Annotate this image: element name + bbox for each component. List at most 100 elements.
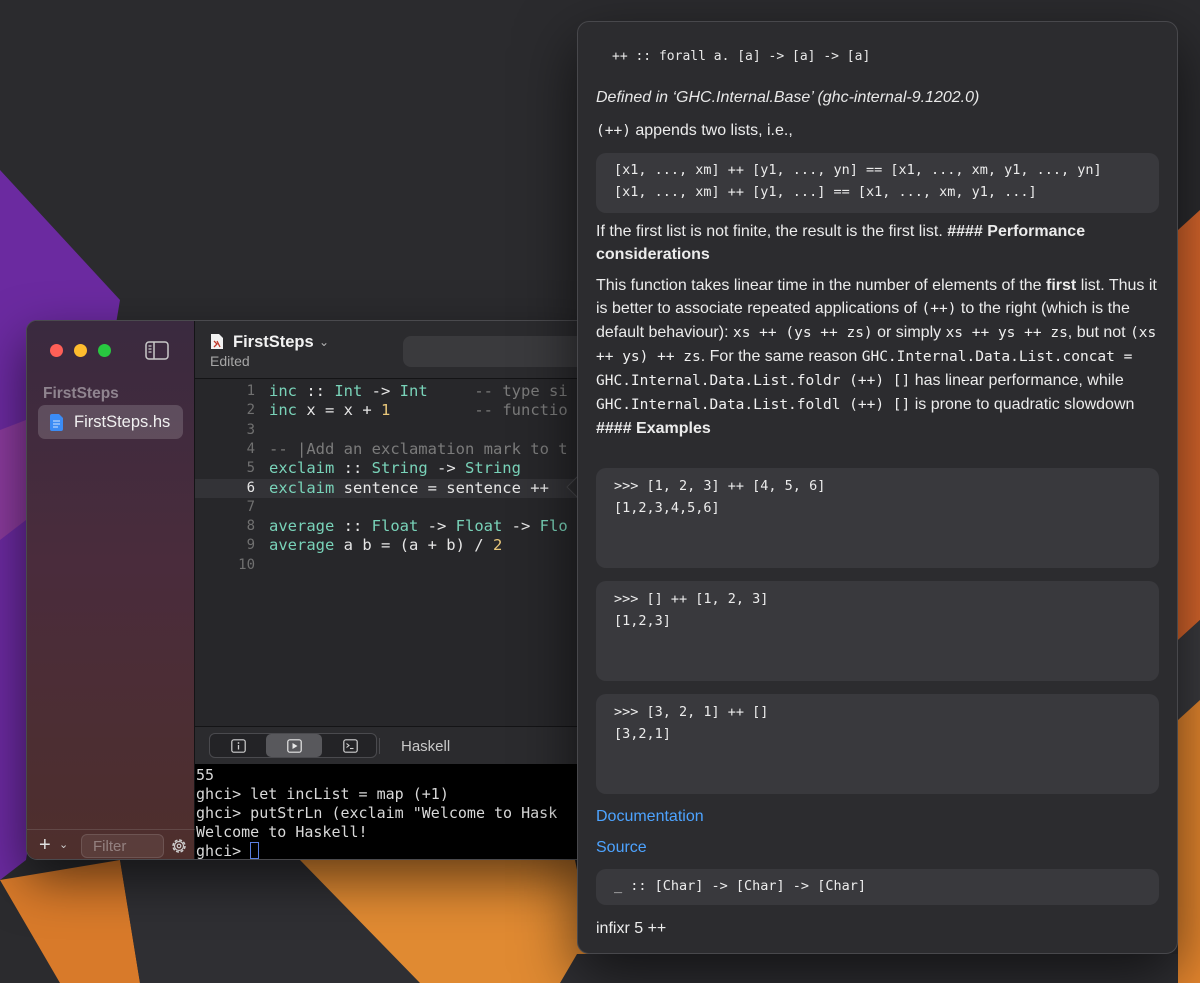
code-text: average a b = (a + b) / 2: [269, 536, 502, 554]
paragraph-bold: first: [1046, 277, 1077, 294]
code-token: 1: [381, 401, 391, 420]
example-block: >>> [3, 2, 1] ++ [] [3,2,1]: [596, 694, 1159, 794]
inline-code: xs ++ (ys ++ zs): [732, 325, 873, 341]
filter-input[interactable]: Filter: [81, 834, 164, 858]
line-number: 10: [238, 556, 255, 573]
terminal-icon: [342, 738, 358, 753]
chevron-down-icon[interactable]: ⌄: [59, 838, 68, 851]
console-line: Welcome to Haskell!: [196, 823, 368, 841]
code-line: [x1, ..., xm] ++ [y1, ...] == [x1, ..., …: [614, 184, 1037, 200]
chevron-down-icon[interactable]: ⌄: [319, 335, 329, 349]
zoom-window-button[interactable]: [98, 344, 111, 357]
description-text: appends two lists, i.e.,: [630, 122, 793, 139]
close-window-button[interactable]: [50, 344, 63, 357]
code-line: [x1, ..., xm] ++ [y1, ..., yn] == [x1, .…: [614, 162, 1102, 178]
sidebar-toggle-icon[interactable]: [145, 341, 169, 360]
specialized-signature-block: _ :: [Char] -> [Char] -> [Char]: [596, 869, 1159, 905]
add-file-button[interactable]: +: [39, 834, 51, 857]
example-output: [3,2,1]: [614, 726, 671, 742]
window-titlebar: FirstSteps ⌄ Edited: [195, 321, 595, 379]
inline-code: (++): [596, 123, 631, 139]
code-text: exclaim sentence = sentence ++: [269, 479, 549, 497]
console-prompt-line[interactable]: ghci>: [196, 842, 260, 859]
code-text: inc x = x + 1 -- functio: [269, 401, 568, 419]
line-number: 7: [246, 498, 255, 515]
code-line[interactable]: 6 exclaim sentence = sentence ++: [195, 478, 595, 498]
paragraph-text: is prone to quadratic slowdown: [910, 396, 1135, 413]
code-token: inc: [269, 382, 297, 400]
example-input: >>> [1, 2, 3] ++ [4, 5, 6]: [614, 478, 826, 494]
document-status: Edited: [210, 353, 250, 369]
type-signature: ++ :: forall a. [a] -> [a] -> [a]: [612, 49, 871, 64]
sidebar-item-firststeps-hs[interactable]: FirstSteps.hs: [38, 405, 183, 439]
run-button[interactable]: [266, 734, 322, 757]
code-token: ::: [334, 517, 372, 536]
gear-icon[interactable]: [170, 837, 188, 855]
sidebar-item-label: FirstSteps.hs: [74, 413, 171, 431]
line-number: 8: [246, 518, 255, 535]
code-text: average :: Float -> Float -> Flo: [269, 517, 568, 535]
code-line[interactable]: 4 -- |Add an exclamation mark to t: [195, 440, 595, 460]
code-token: exclaim: [269, 478, 335, 497]
code-token: exclaim: [269, 459, 335, 478]
terminal-button[interactable]: [322, 734, 378, 757]
editor-window: FirstSteps FirstSteps.hs + ⌄ Filter Firs…: [26, 320, 596, 860]
document-title[interactable]: FirstSteps: [233, 333, 314, 352]
play-icon: [286, 738, 302, 753]
console-line: 55: [196, 766, 215, 784]
example-output: [1,2,3,4,5,6]: [614, 500, 720, 516]
line-number: 4: [246, 440, 255, 457]
code-line[interactable]: 9 average a b = (a + b) / 2: [195, 536, 595, 556]
code-line[interactable]: 8 average :: Float -> Float -> Flo: [195, 517, 595, 537]
toolbar-search-field[interactable]: [403, 336, 595, 367]
info-button[interactable]: [210, 734, 266, 757]
code-line[interactable]: 5 exclaim :: String -> String: [195, 459, 595, 479]
code-token: ::: [297, 382, 335, 400]
description-intro: (++) appends two lists, i.e.,: [596, 119, 1164, 143]
code-text: exclaim :: String -> String: [269, 459, 521, 477]
source-link[interactable]: Source: [596, 839, 647, 857]
code-token: a b = (a + b) /: [334, 536, 493, 555]
paragraph-text: If the first list is not finite, the res…: [596, 223, 948, 240]
code-line[interactable]: 10: [195, 556, 595, 576]
code-line[interactable]: 7: [195, 498, 595, 518]
code-token: ->: [502, 517, 540, 536]
inline-code: GHC.Internal.Data.List.foldl (++) []: [596, 397, 911, 413]
code-token: ->: [427, 459, 465, 478]
editor-area: FirstSteps ⌄ Edited 1 inc :: Int -> Int -…: [195, 321, 595, 859]
paragraph-text: . For the same reason: [700, 348, 862, 365]
paragraph-bold: #### Examples: [596, 420, 711, 437]
code-token: average: [269, 536, 335, 555]
example-output: [1,2,3]: [614, 613, 671, 629]
paragraph-text: , but not: [1067, 324, 1131, 341]
code-token: Float: [455, 517, 503, 536]
code-text: inc :: Int -> Int -- type si: [269, 382, 568, 400]
code-line[interactable]: 2 inc x = x + 1 -- functio: [195, 401, 595, 421]
toolbar-divider: [379, 738, 380, 754]
code-token: average: [269, 517, 335, 536]
ghci-console[interactable]: 55 ghci> let incList = map (+1) ghci> pu…: [195, 764, 595, 859]
code-token: String: [371, 459, 428, 478]
filter-placeholder: Filter: [93, 838, 127, 855]
haskell-file-icon: [50, 414, 63, 431]
inline-code: (++): [921, 301, 957, 317]
paragraph-finite: If the first list is not finite, the res…: [596, 220, 1164, 266]
documentation-link[interactable]: Documentation: [596, 808, 704, 826]
line-number: 9: [246, 537, 255, 554]
quick-help-popover: ++ :: forall a. [a] -> [a] -> [a] Define…: [577, 21, 1178, 954]
code-block: [x1, ..., xm] ++ [y1, ..., yn] == [x1, .…: [596, 153, 1159, 213]
code-token: inc: [269, 401, 297, 420]
example-block: >>> [] ++ [1, 2, 3] [1,2,3]: [596, 581, 1159, 681]
sidebar: FirstSteps FirstSteps.hs + ⌄ Filter: [27, 321, 195, 859]
code-line[interactable]: 1 inc :: Int -> Int -- type si: [195, 382, 595, 402]
code-editor[interactable]: 1 inc :: Int -> Int -- type si 2 inc x = x …: [195, 379, 595, 726]
code-token: sentence = sentence ++: [334, 478, 549, 497]
code-token: -- functio: [474, 401, 568, 420]
paragraph-text: This function takes linear time in the n…: [596, 277, 1047, 294]
minimize-window-button[interactable]: [74, 344, 87, 357]
bottom-toolbar: Haskell: [195, 726, 595, 764]
code-line[interactable]: 3: [195, 421, 595, 441]
defined-in-label: Defined in ‘GHC.Internal.Base’ (ghc-inte…: [596, 89, 980, 106]
